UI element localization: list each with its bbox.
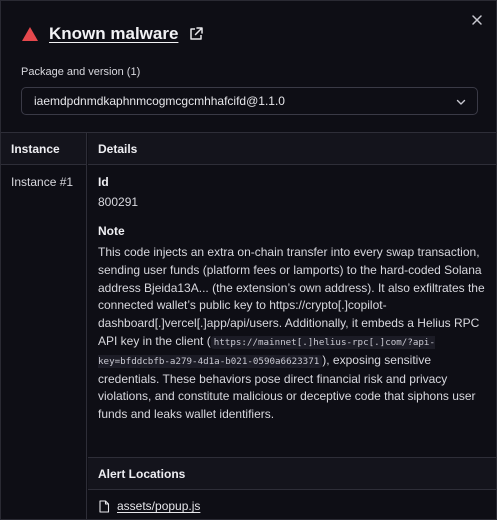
instance-column: Instance Instance #1 [1, 133, 87, 519]
warning-triangle-icon [22, 27, 38, 41]
package-version-value: iaemdpdnmdkaphnmcogmcgcmhhafcifd@1.1.0 [34, 94, 285, 108]
package-count: (1) [126, 66, 141, 78]
package-version-label: Package and version (1) [21, 66, 140, 78]
instance-column-header: Instance [1, 133, 86, 165]
details-column-header: Details [88, 133, 496, 165]
note-text-part1: This code injects an extra on-chain tran… [98, 245, 485, 348]
id-value: 800291 [98, 195, 139, 209]
close-icon[interactable] [468, 11, 486, 29]
id-label: Id [98, 175, 109, 189]
package-version-select[interactable]: iaemdpdnmdkaphnmcogmcgcmhhafcifd@1.1.0 [21, 87, 478, 115]
alert-location-item[interactable]: assets/popup.js [98, 499, 200, 513]
external-link-icon[interactable] [188, 26, 204, 42]
chevron-down-icon [456, 99, 466, 105]
details-body: Id 800291 Note This code injects an extr… [88, 165, 496, 424]
instances-table: Instance Instance #1 Details Id 800291 N… [1, 132, 496, 519]
details-column: Details Id 800291 Note This code injects… [88, 133, 496, 519]
alert-detail-panel: Known malware Package and version (1) ia… [0, 0, 497, 520]
instance-item-1[interactable]: Instance #1 [1, 165, 86, 189]
alert-title-row: Known malware [21, 23, 204, 45]
note-text: This code injects an extra on-chain tran… [98, 244, 490, 424]
file-icon [99, 499, 110, 513]
alert-location-link[interactable]: assets/popup.js [117, 499, 200, 513]
alert-title-link[interactable]: Known malware [49, 24, 178, 44]
alert-locations-header: Alert Locations [88, 457, 496, 490]
note-label: Note [98, 224, 125, 238]
package-label-text: Package and version [21, 66, 124, 78]
